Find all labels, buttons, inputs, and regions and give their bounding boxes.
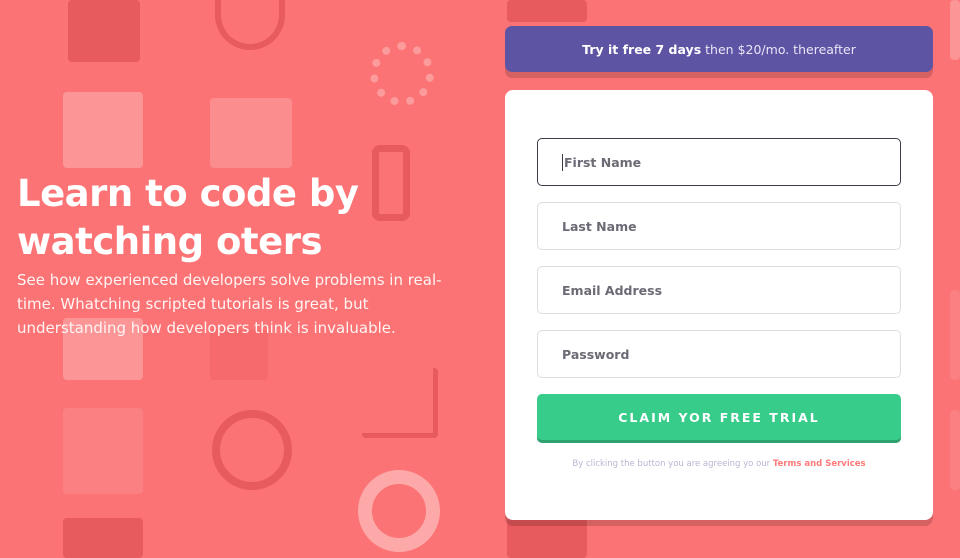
- last-name-field[interactable]: [537, 202, 901, 250]
- password-field[interactable]: [537, 330, 901, 378]
- puzzle-icon: [63, 92, 143, 168]
- network-icon: [370, 42, 434, 106]
- signup-form: CLAIM YOR FREE TRIAL By clicking the but…: [505, 90, 933, 520]
- key-icon: [950, 410, 960, 490]
- lifebuoy-icon: [358, 470, 440, 552]
- promo-rest: then $20/mo. thereafter: [705, 41, 856, 57]
- terms-notice: By clicking the button you are agreeing …: [505, 459, 933, 469]
- password-input[interactable]: [562, 346, 876, 362]
- promo-bold: Try it free 7 days: [582, 41, 702, 57]
- cart-icon: [362, 368, 438, 438]
- puzzle-icon: [950, 0, 960, 60]
- email-input[interactable]: [562, 282, 876, 298]
- hero-title: Learn to code by watching oters: [17, 172, 359, 263]
- globe-icon: [212, 410, 292, 490]
- email-field[interactable]: [537, 266, 901, 314]
- toolbox-icon: [507, 0, 587, 22]
- browser-window-icon: [507, 518, 587, 558]
- first-name-input[interactable]: [564, 154, 876, 170]
- hero-description: See how experienced developers solve pro…: [17, 271, 442, 337]
- promo-banner: Try it free 7 days then $20/mo. thereaft…: [505, 26, 933, 72]
- terms-text: By clicking the button you are agreeing …: [572, 459, 771, 469]
- key-icon: [63, 408, 143, 494]
- first-name-field[interactable]: [537, 138, 901, 186]
- magnifier-icon: [950, 290, 960, 380]
- hero-section: Learn to code by watching oters See how …: [17, 170, 457, 340]
- toolbox-icon: [68, 0, 140, 62]
- thumbs-up-icon: [210, 98, 292, 168]
- terms-link[interactable]: Terms and Services: [773, 459, 866, 469]
- claim-trial-button[interactable]: CLAIM YOR FREE TRIAL: [537, 394, 901, 440]
- browser-window-icon: [63, 518, 143, 558]
- text-caret: [562, 153, 563, 171]
- headset-icon: [215, 0, 285, 50]
- last-name-input[interactable]: [562, 218, 876, 234]
